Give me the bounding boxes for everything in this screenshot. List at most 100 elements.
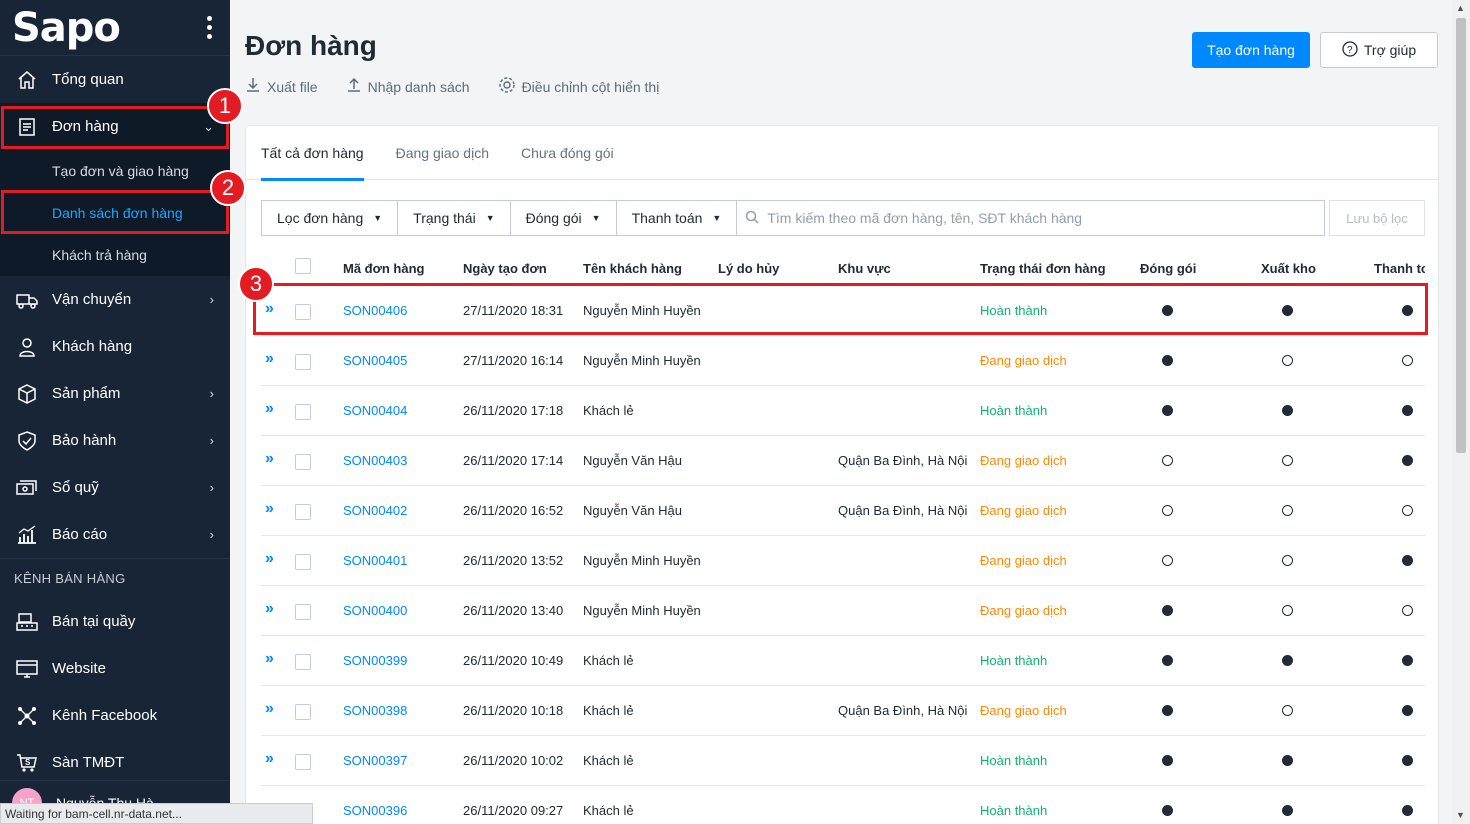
tab-not-packed[interactable]: Chưa đóng gói (521, 126, 614, 180)
row-checkbox[interactable] (295, 454, 311, 470)
paid-indicator (1402, 305, 1413, 316)
create-order-button[interactable]: Tạo đơn hàng (1192, 32, 1310, 68)
filter-orders-dropdown[interactable]: Lọc đơn hàng ▼ (261, 200, 399, 236)
order-code-link[interactable]: SON00404 (343, 403, 407, 418)
row-checkbox[interactable] (295, 654, 311, 670)
question-icon: ? (1342, 40, 1358, 60)
customer-name: Khách lẻ (583, 803, 634, 818)
sidebar-item-cashbook[interactable]: Sổ quỹ › (0, 464, 230, 511)
select-all-checkbox[interactable] (295, 258, 311, 274)
scrollbar[interactable]: ▲ ▼ (1452, 0, 1470, 824)
sapo-logo[interactable]: Sapo (12, 5, 121, 51)
box-icon (16, 383, 38, 405)
gear-icon (498, 76, 516, 97)
table-row[interactable]: » SON00397 26/11/2020 10:02 Khách lẻ Hoàn th… (261, 736, 1425, 786)
row-checkbox[interactable] (295, 304, 311, 320)
sidebar-item-label: Khách hàng (52, 338, 133, 355)
upload-icon (346, 77, 362, 96)
row-checkbox[interactable] (295, 704, 311, 720)
order-code-link[interactable]: SON00402 (343, 503, 407, 518)
row-checkbox[interactable] (295, 404, 311, 420)
packing-filter-dropdown[interactable]: Đóng gói ▼ (509, 200, 617, 236)
sidebar-item-orders[interactable]: Đơn hàng ⌄ (0, 103, 230, 150)
search-input[interactable] (767, 210, 1324, 226)
expand-row-icon[interactable]: » (265, 500, 274, 518)
customer-name: Nguyễn Minh Huyền (583, 553, 701, 568)
help-button[interactable]: ? Trợ giúp (1320, 32, 1438, 68)
tab-all-orders[interactable]: Tất cả đơn hàng (261, 126, 364, 181)
payment-filter-dropdown[interactable]: Thanh toán ▼ (615, 200, 738, 236)
sidebar-item-marketplace[interactable]: S Sàn TMĐT (0, 739, 230, 786)
order-code-link[interactable]: SON00403 (343, 453, 407, 468)
sidebar-subitem-order-list[interactable]: Danh sách đơn hàng (0, 192, 230, 234)
sidebar-item-overview[interactable]: Tổng quan (0, 56, 230, 103)
order-status: Hoàn thành (980, 653, 1048, 668)
row-checkbox[interactable] (295, 604, 311, 620)
row-checkbox[interactable] (295, 504, 311, 520)
sidebar-item-products[interactable]: Sản phẩm › (0, 370, 230, 417)
sidebar-item-pos[interactable]: Bán tại quầy (0, 598, 230, 645)
more-menu-icon[interactable] (203, 12, 216, 43)
order-date: 26/11/2020 10:02 (463, 753, 564, 768)
order-code-link[interactable]: SON00397 (343, 753, 407, 768)
import-list-button[interactable]: Nhập danh sách (346, 76, 470, 97)
table-row[interactable]: » SON00401 26/11/2020 13:52 Nguyễn Minh Huy… (261, 536, 1425, 586)
sidebar-item-warranty[interactable]: Bảo hành › (0, 417, 230, 464)
table-row[interactable]: » SON00405 27/11/2020 16:14 Nguyễn Minh Huy… (261, 336, 1425, 386)
scroll-up-icon[interactable]: ▲ (1456, 3, 1465, 13)
marketplace-icon: S (16, 752, 38, 774)
area: Quận Ba Đình, Hà Nội (838, 703, 968, 718)
order-code-link[interactable]: SON00401 (343, 553, 407, 568)
table-row[interactable]: » SON00406 27/11/2020 18:31 Nguyễn Minh Huy… (261, 286, 1425, 336)
table-row[interactable]: » SON00404 26/11/2020 17:18 Khách lẻ Hoàn th… (261, 386, 1425, 436)
table-row[interactable]: » SON00403 26/11/2020 17:14 Nguyễn Văn Hậu Q… (261, 436, 1425, 486)
column-header: Thanh to (1374, 261, 1425, 276)
expand-row-icon[interactable]: » (265, 450, 274, 468)
scrollbar-thumb[interactable] (1456, 18, 1466, 453)
save-filter-button[interactable]: Lưu bộ lọc (1329, 200, 1425, 236)
sidebar-item-website[interactable]: Website (0, 645, 230, 692)
annotation-marker-3: 3 (238, 266, 274, 302)
order-code-link[interactable]: SON00400 (343, 603, 407, 618)
sidebar-item-reports[interactable]: Báo cáo › (0, 511, 230, 558)
table-row[interactable]: » SON00400 26/11/2020 13:40 Nguyễn Minh Huy… (261, 586, 1425, 636)
row-checkbox[interactable] (295, 554, 311, 570)
adjust-columns-button[interactable]: Điều chỉnh cột hiển thị (498, 76, 659, 97)
row-checkbox[interactable] (295, 354, 311, 370)
order-code-link[interactable]: SON00406 (343, 303, 407, 318)
expand-row-icon[interactable]: » (265, 400, 274, 418)
browser-status-bar: Waiting for bam-cell.nr-data.net... (0, 803, 313, 824)
order-status: Đang giao dịch (980, 603, 1067, 618)
main-content: Đơn hàng Xuất file Nhập danh sách Điều c… (230, 0, 1452, 824)
table-row[interactable]: »SON0039626/11/2020 09:27Khách lẻHoàn th… (261, 786, 1425, 824)
row-checkbox[interactable] (295, 754, 311, 770)
status-filter-dropdown[interactable]: Trạng thái ▼ (397, 200, 511, 236)
expand-row-icon[interactable]: » (265, 350, 274, 368)
table-row[interactable]: » SON00398 26/11/2020 10:18 Khách lẻ Quận Ba… (261, 686, 1425, 736)
expand-row-icon[interactable]: » (265, 700, 274, 718)
order-status: Đang giao dịch (980, 353, 1067, 368)
expand-row-icon[interactable]: » (265, 550, 274, 568)
expand-row-icon[interactable]: » (265, 650, 274, 668)
sidebar-item-customers[interactable]: Khách hàng (0, 323, 230, 370)
order-code-link[interactable]: SON00396 (343, 803, 407, 818)
sidebar-item-label: Vận chuyển (52, 291, 132, 308)
scroll-down-icon[interactable]: ▼ (1456, 810, 1465, 820)
order-code-link[interactable]: SON00399 (343, 653, 407, 668)
tab-in-transaction[interactable]: Đang giao dịch (396, 126, 489, 180)
table-row[interactable]: » SON00402 26/11/2020 16:52 Nguyễn Văn Hậu Q… (261, 486, 1425, 536)
order-code-link[interactable]: SON00405 (343, 353, 407, 368)
table-row[interactable]: » SON00399 26/11/2020 10:49 Khách lẻ Hoàn th… (261, 636, 1425, 686)
export-file-button[interactable]: Xuất file (245, 76, 318, 97)
sidebar-item-shipping[interactable]: Vận chuyển › (0, 276, 230, 323)
sidebar-subitem-create-order[interactable]: Tạo đơn và giao hàng (0, 150, 230, 192)
packed-indicator (1162, 705, 1173, 716)
expand-row-icon[interactable]: » (265, 600, 274, 618)
expand-row-icon[interactable]: » (265, 300, 274, 318)
order-date: 27/11/2020 18:31 (463, 303, 564, 318)
sidebar-subitem-returns[interactable]: Khách trả hàng (0, 234, 230, 276)
order-code-link[interactable]: SON00398 (343, 703, 407, 718)
orders-card: Tất cả đơn hàng Đang giao dịch Chưa đóng… (245, 125, 1439, 824)
sidebar-item-facebook[interactable]: Kênh Facebook (0, 692, 230, 739)
expand-row-icon[interactable]: » (265, 750, 274, 768)
